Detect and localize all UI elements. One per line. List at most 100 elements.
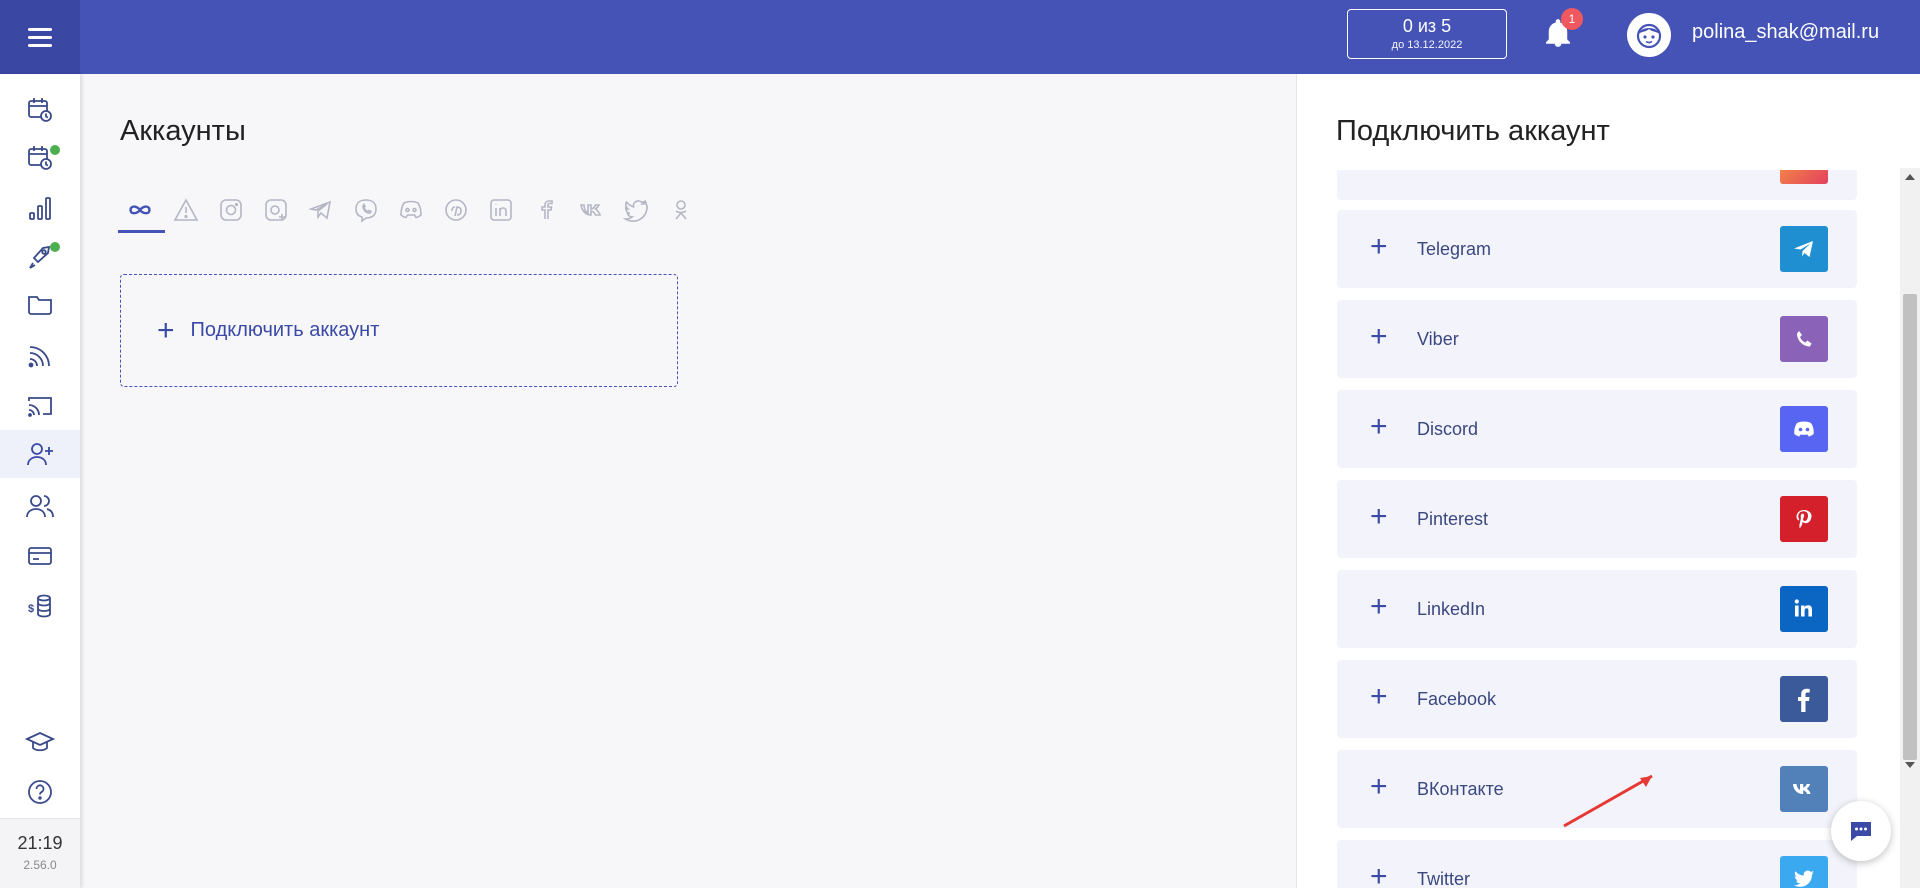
plus-icon: + (1370, 500, 1388, 533)
sidebar-item-promo[interactable] (0, 232, 80, 280)
connect-account-panel: Подключить аккаунт + Telegram + Viber + … (1296, 74, 1920, 888)
sidebar-item-calendar[interactable] (0, 134, 80, 182)
instagram-logo-icon (1780, 170, 1828, 184)
plus-icon: + (1370, 680, 1388, 713)
network-row-linkedin[interactable]: + LinkedIn (1337, 570, 1857, 648)
network-name: ВКонтакте (1417, 779, 1504, 799)
telegram-icon (308, 200, 332, 220)
hamburger-icon (28, 28, 52, 47)
network-row-pinterest[interactable]: + Pinterest (1337, 480, 1857, 558)
filter-odnoklassniki[interactable] (663, 190, 699, 230)
discord-logo-icon (1780, 406, 1828, 452)
filter-viber[interactable] (348, 190, 384, 230)
network-name: Facebook (1417, 689, 1497, 709)
network-name: Telegram (1417, 239, 1492, 259)
viber-logo-icon (1780, 316, 1828, 362)
connect-account-label: Подключить аккаунт (190, 319, 380, 341)
filter-all[interactable] (122, 190, 158, 230)
network-row-discord[interactable]: + Discord (1337, 390, 1857, 468)
plus-icon: + (1370, 590, 1388, 623)
infinity-icon (129, 205, 151, 215)
panel-scrollbar[interactable] (1900, 168, 1920, 888)
scroll-down-icon[interactable] (1905, 762, 1915, 768)
scroll-thumb[interactable] (1903, 294, 1917, 760)
active-filter-underline (118, 230, 165, 233)
menu-button[interactable] (0, 0, 80, 74)
page-title: Аккаунты (120, 115, 246, 147)
user-email[interactable]: polina_shak@mail.ru (1692, 21, 1879, 44)
sidebar-item-feeds[interactable] (0, 332, 80, 380)
sidebar-item-accounts[interactable] (0, 430, 80, 478)
sidebar-item-team[interactable] (0, 482, 80, 530)
filter-discord[interactable] (393, 190, 429, 230)
warning-icon (173, 198, 199, 221)
chat-button[interactable] (1831, 801, 1891, 861)
svg-text:$: $ (28, 603, 34, 615)
sidebar-item-help[interactable] (0, 768, 80, 816)
facebook-logo-icon (1780, 676, 1828, 722)
scroll-up-icon[interactable] (1905, 174, 1915, 180)
sidebar-item-files[interactable] (0, 280, 80, 328)
discord-icon (400, 200, 422, 219)
filter-errors[interactable] (168, 190, 204, 230)
connect-account-button[interactable]: + Подключить аккаунт (120, 274, 678, 387)
sidebar-item-billing[interactable] (0, 532, 80, 580)
status-dot (50, 242, 60, 252)
sidebar-item-finance[interactable]: $ (0, 582, 80, 630)
network-name: Viber (1417, 329, 1459, 349)
chat-icon (1851, 822, 1871, 841)
instagram-plus-icon (265, 199, 287, 221)
telegram-logo-icon (1780, 226, 1828, 272)
pinterest-icon (445, 199, 467, 221)
twitter-logo-icon (1780, 856, 1828, 888)
plus-icon: + (157, 313, 175, 347)
network-name: Discord (1417, 419, 1479, 439)
avatar[interactable] (1627, 13, 1671, 57)
top-bar: 0 из 5 до 13.12.2022 1 polina_shak@mail.… (0, 0, 1920, 74)
filter-linkedin[interactable] (483, 190, 519, 230)
sidebar-item-broadcast[interactable] (0, 382, 80, 430)
network-row-facebook[interactable]: + Facebook (1337, 660, 1857, 738)
filter-pinterest[interactable] (438, 190, 474, 230)
filter-instagram-business[interactable] (258, 190, 294, 230)
sidebar-item-schedule[interactable] (0, 86, 80, 134)
education-icon (25, 732, 55, 752)
plus-icon: + (1370, 770, 1388, 803)
status-dot (50, 145, 60, 155)
sidebar: $ 21:19 2.56.0 (0, 74, 80, 888)
notification-badge: 1 (1561, 8, 1583, 30)
sidebar-item-education[interactable] (0, 718, 80, 766)
filter-twitter[interactable] (618, 190, 654, 230)
filter-facebook[interactable] (528, 190, 564, 230)
network-row-twitter[interactable]: + Twitter (1337, 840, 1857, 888)
linkedin-icon (490, 199, 512, 221)
filter-telegram[interactable] (303, 190, 339, 230)
users-icon (26, 495, 54, 518)
network-row-instagram[interactable] (1337, 170, 1857, 200)
plus-icon: + (1370, 320, 1388, 353)
current-time: 21:19 (17, 833, 63, 853)
plus-icon: + (1370, 410, 1388, 443)
add-user-icon (27, 443, 53, 466)
filter-vk[interactable] (573, 190, 609, 230)
panel-title: Подключить аккаунт (1336, 115, 1610, 147)
filter-instagram[interactable] (213, 190, 249, 230)
facebook-icon (541, 200, 553, 219)
card-icon (28, 547, 52, 565)
calendar-clock-icon (28, 98, 52, 122)
money-coins-icon: $ (28, 594, 51, 618)
network-name: Twitter (1417, 869, 1471, 888)
twitter-icon (623, 199, 648, 222)
plus-icon: + (1370, 860, 1388, 888)
clock-panel: 21:19 2.56.0 (0, 818, 80, 888)
quota-count: 0 из 5 (1402, 16, 1452, 36)
sidebar-item-analytics[interactable] (0, 184, 80, 232)
network-row-telegram[interactable]: + Telegram (1337, 210, 1857, 288)
rss-icon (28, 346, 50, 368)
quota-date: до 13.12.2022 (1391, 39, 1463, 51)
folder-icon (28, 296, 52, 315)
network-row-viber[interactable]: + Viber (1337, 300, 1857, 378)
linkedin-logo-icon (1780, 586, 1828, 632)
tariff-quota-button[interactable]: 0 из 5 до 13.12.2022 (1347, 9, 1507, 59)
analytics-icon (29, 197, 51, 220)
